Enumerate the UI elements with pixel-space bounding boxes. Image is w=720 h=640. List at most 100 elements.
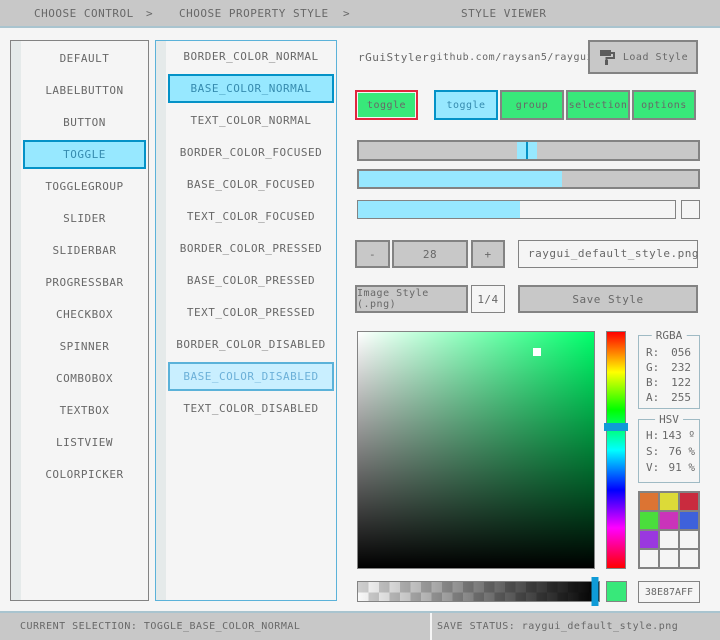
- preview-checkbox[interactable]: [681, 200, 700, 219]
- color-swatch[interactable]: [680, 493, 698, 510]
- property-list-item[interactable]: BORDER_COLOR_PRESSED: [168, 234, 334, 263]
- control-list-item-label: SLIDER: [63, 212, 106, 225]
- control-list-item-label: SPINNER: [60, 340, 110, 353]
- control-list-item[interactable]: TOGGLE: [23, 140, 146, 169]
- property-list-item[interactable]: BASE_COLOR_NORMAL: [168, 74, 334, 103]
- load-style-label: Load Style: [623, 52, 688, 63]
- control-list-item[interactable]: TOGGLEGROUP: [23, 172, 146, 201]
- hex-color-input[interactable]: 38E87AFF: [638, 581, 700, 603]
- hsv-rows: H: 143 º S: 76 % V: 91 %: [639, 427, 699, 475]
- property-list-item[interactable]: TEXT_COLOR_DISABLED: [168, 394, 334, 423]
- rgba-group-title: RGBA: [652, 329, 687, 342]
- properties-scrollbar[interactable]: [156, 41, 166, 600]
- preview-toggle-button[interactable]: group: [500, 90, 564, 120]
- control-list-item[interactable]: BUTTON: [23, 108, 146, 137]
- spinner-value[interactable]: 28: [392, 240, 468, 268]
- control-list-item-label: TEXTBOX: [60, 404, 110, 417]
- preview-slider[interactable]: [357, 140, 700, 161]
- color-swatch-grid: [638, 491, 700, 569]
- hue-slider-handle[interactable]: [604, 423, 628, 431]
- preview-toggle-label: toggle: [446, 100, 485, 111]
- property-list-item[interactable]: BORDER_COLOR_NORMAL: [168, 42, 334, 71]
- color-swatch[interactable]: [640, 550, 658, 567]
- color-picker-cursor[interactable]: [533, 348, 541, 356]
- hsv-row-value: 91 %: [669, 461, 696, 474]
- color-swatch[interactable]: [660, 512, 678, 529]
- spinner-decrement-button[interactable]: -: [355, 240, 390, 268]
- preview-toggle-button[interactable]: selection: [566, 90, 630, 120]
- alpha-slider[interactable]: [357, 581, 600, 602]
- property-list-item-label: BORDER_COLOR_PRESSED: [180, 242, 322, 255]
- rgba-row: B: 122: [639, 375, 699, 390]
- control-list-item[interactable]: COLORPICKER: [23, 460, 146, 489]
- color-swatch[interactable]: [660, 550, 678, 567]
- alpha-slider-handle[interactable]: [592, 577, 599, 606]
- control-list-item[interactable]: SPINNER: [23, 332, 146, 361]
- control-list-item[interactable]: TEXTBOX: [23, 396, 146, 425]
- preview-toggle-button[interactable]: options: [632, 90, 696, 120]
- color-swatch[interactable]: [640, 531, 658, 548]
- property-list-item[interactable]: TEXT_COLOR_FOCUSED: [168, 202, 334, 231]
- chevron-right-icon: >: [343, 0, 350, 28]
- ratio-label: 1/4: [477, 293, 498, 306]
- preview-sliderbar[interactable]: [357, 169, 700, 189]
- sliderbar-fill: [359, 171, 562, 187]
- rgba-row-value: 255: [671, 391, 691, 404]
- spinner-increment-button[interactable]: +: [471, 240, 505, 268]
- rgba-row-label: A:: [646, 391, 659, 404]
- control-list-item[interactable]: LISTVIEW: [23, 428, 146, 457]
- control-list-item[interactable]: COMBOBOX: [23, 364, 146, 393]
- rgba-row-label: R:: [646, 346, 659, 359]
- color-picker-area[interactable]: [357, 331, 595, 569]
- control-list-item-label: DEFAULT: [60, 52, 110, 65]
- property-list-item[interactable]: BORDER_COLOR_DISABLED: [168, 330, 334, 359]
- color-swatch[interactable]: [680, 531, 698, 548]
- preview-toggle-button[interactable]: toggle: [355, 90, 418, 120]
- property-list-item[interactable]: BASE_COLOR_PRESSED: [168, 266, 334, 295]
- hsv-row-value: 143 º: [662, 429, 695, 442]
- spinner-value-text: 28: [423, 248, 437, 261]
- ratio-button[interactable]: 1/4: [471, 285, 505, 313]
- preview-toggle-button[interactable]: toggle: [434, 90, 498, 120]
- hsv-group-title: HSV: [655, 413, 683, 426]
- property-list-item[interactable]: BORDER_COLOR_FOCUSED: [168, 138, 334, 167]
- rgba-row: G: 232: [639, 360, 699, 375]
- property-list-item[interactable]: BASE_COLOR_DISABLED: [168, 362, 334, 391]
- property-list-item[interactable]: BASE_COLOR_FOCUSED: [168, 170, 334, 199]
- image-style-button[interactable]: Image Style (.png): [355, 285, 468, 313]
- control-list-item[interactable]: DEFAULT: [23, 44, 146, 73]
- color-swatch[interactable]: [660, 531, 678, 548]
- color-swatch[interactable]: [660, 493, 678, 510]
- property-list-item-label: TEXT_COLOR_PRESSED: [187, 306, 315, 319]
- control-list-item[interactable]: LABELBUTTON: [23, 76, 146, 105]
- property-list-item-label: BASE_COLOR_NORMAL: [190, 82, 311, 95]
- load-style-button[interactable]: Load Style: [588, 40, 698, 74]
- rgba-group-box: RGBA R: 056 G: 232 B: 122 A: 255: [638, 335, 700, 409]
- preview-toggle-label: selection: [569, 100, 628, 111]
- color-swatch[interactable]: [680, 512, 698, 529]
- control-list-item[interactable]: CHECKBOX: [23, 300, 146, 329]
- save-style-button[interactable]: Save Style: [518, 285, 698, 313]
- color-swatch[interactable]: [680, 550, 698, 567]
- repo-link[interactable]: github.com/raysan5/raygui: [430, 48, 593, 68]
- color-swatch[interactable]: [640, 512, 658, 529]
- property-list-item-label: BASE_COLOR_DISABLED: [183, 370, 318, 383]
- property-list-item[interactable]: TEXT_COLOR_NORMAL: [168, 106, 334, 135]
- color-swatch[interactable]: [640, 493, 658, 510]
- control-list-item[interactable]: SLIDERBAR: [23, 236, 146, 265]
- control-list-item-label: TOGGLEGROUP: [45, 180, 123, 193]
- control-list-item[interactable]: SLIDER: [23, 204, 146, 233]
- hue-slider[interactable]: [604, 331, 628, 569]
- property-list-item[interactable]: TEXT_COLOR_PRESSED: [168, 298, 334, 327]
- slider-handle[interactable]: [517, 142, 537, 159]
- control-list-item-label: CHECKBOX: [56, 308, 113, 321]
- controls-scrollbar[interactable]: [11, 41, 21, 600]
- control-list-item-label: PROGRESSBAR: [45, 276, 123, 289]
- control-list-item-label: SLIDERBAR: [52, 244, 116, 257]
- hue-gradient-bar[interactable]: [606, 331, 626, 569]
- preview-toggle-label: group: [516, 100, 549, 111]
- control-list-item-label: COLORPICKER: [45, 468, 123, 481]
- control-list-item[interactable]: PROGRESSBAR: [23, 268, 146, 297]
- style-filename-input[interactable]: raygui_default_style.png: [518, 240, 698, 268]
- app-title: rGuiStyler: [358, 48, 429, 68]
